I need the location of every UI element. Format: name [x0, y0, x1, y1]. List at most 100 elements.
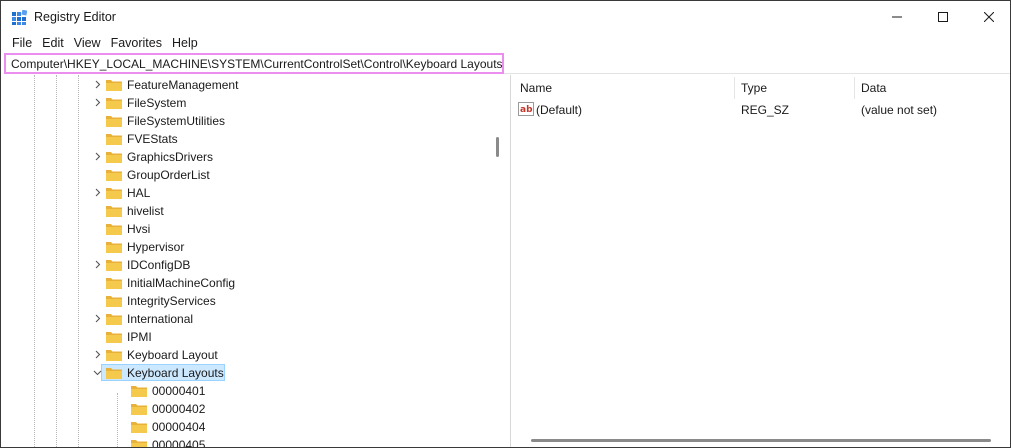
folder-icon [106, 278, 122, 289]
tree-item-label: hivelist [127, 204, 164, 218]
tree-item-label: GraphicsDrivers [127, 150, 214, 164]
tree-item-label: Keyboard Layout [127, 348, 218, 362]
folder-icon [106, 188, 122, 199]
tree-item-label: 00000404 [152, 420, 206, 434]
chevron-right-icon[interactable] [93, 188, 102, 197]
tree-item-label: International [127, 312, 194, 326]
close-button[interactable] [966, 1, 1010, 33]
tree-scrollbar-thumb[interactable] [496, 137, 499, 157]
column-header-name[interactable]: Name [520, 81, 552, 95]
tree-item-label: FVEStats [127, 132, 178, 146]
menu-help[interactable]: Help [167, 33, 203, 53]
chevron-right-icon[interactable] [93, 314, 102, 323]
tree-item-label: Hvsi [127, 222, 151, 236]
folder-icon [131, 422, 147, 433]
folder-icon [106, 152, 122, 163]
tree-item-label: IDConfigDB [127, 258, 191, 272]
chevron-down-icon[interactable] [93, 368, 102, 377]
tree-item[interactable]: Keyboard Layouts [4, 364, 489, 382]
tree-item-label: 00000401 [152, 384, 206, 398]
string-value-icon: ab [518, 102, 534, 116]
tree-item[interactable]: FVEStats [4, 130, 489, 148]
chevron-right-icon[interactable] [93, 350, 102, 359]
folder-icon [106, 296, 122, 307]
registry-editor-window: Registry Editor File Edit View Favorites… [0, 0, 1011, 448]
title-bar: Registry Editor [1, 1, 1010, 33]
value-name: (Default) [536, 103, 583, 117]
value-type: REG_SZ [741, 103, 790, 117]
folder-icon [106, 224, 122, 235]
tree-item[interactable]: 00000405 [4, 436, 489, 448]
menu-bar: File Edit View Favorites Help [1, 33, 1010, 53]
menu-favorites[interactable]: Favorites [106, 33, 167, 53]
folder-icon [106, 80, 122, 91]
address-bar[interactable]: Computer\HKEY_LOCAL_MACHINE\SYSTEM\Curre… [4, 53, 504, 74]
tree-item[interactable]: HAL [4, 184, 489, 202]
tree-item[interactable]: FeatureManagement [4, 76, 489, 94]
list-horizontal-scrollbar-thumb[interactable] [531, 439, 991, 442]
open-folder-icon [106, 368, 122, 379]
menu-view[interactable]: View [69, 33, 106, 53]
folder-icon [106, 314, 122, 325]
folder-icon [106, 134, 122, 145]
tree-item[interactable]: IntegrityServices [4, 292, 489, 310]
folder-icon [131, 386, 147, 397]
svg-text:ab: ab [520, 105, 533, 115]
tree-item[interactable]: FileSystem [4, 94, 489, 112]
chevron-right-icon[interactable] [93, 80, 102, 89]
tree-item-label: 00000405 [152, 438, 206, 448]
folder-icon [106, 350, 122, 361]
tree-item[interactable]: 00000404 [4, 418, 489, 436]
column-divider[interactable] [734, 77, 735, 99]
values-list-pane[interactable]: Name Type Data ab (Default) REG_SZ (valu… [512, 75, 1010, 447]
tree-item-label: GroupOrderList [127, 168, 210, 182]
address-path: Computer\HKEY_LOCAL_MACHINE\SYSTEM\Curre… [11, 56, 503, 71]
column-divider[interactable] [854, 77, 855, 99]
maximize-button[interactable] [920, 1, 966, 33]
tree-item[interactable]: hivelist [4, 202, 489, 220]
folder-icon [106, 260, 122, 271]
chevron-right-icon[interactable] [93, 260, 102, 269]
chevron-right-icon[interactable] [93, 152, 102, 161]
tree-scrollbar[interactable] [489, 75, 503, 447]
column-header-data[interactable]: Data [861, 81, 886, 95]
tree-item[interactable]: Keyboard Layout [4, 346, 489, 364]
tree-item[interactable]: GraphicsDrivers [4, 148, 489, 166]
value-data: (value not set) [861, 103, 938, 117]
tree-item[interactable]: InitialMachineConfig [4, 274, 489, 292]
tree-item[interactable]: GroupOrderList [4, 166, 489, 184]
tree-item[interactable]: International [4, 310, 489, 328]
column-header-type[interactable]: Type [741, 81, 767, 95]
tree-item-label: FileSystem [127, 96, 187, 110]
minimize-button[interactable] [874, 1, 920, 33]
pane-splitter[interactable] [510, 75, 511, 447]
tree-item-label: IPMI [127, 330, 152, 344]
tree-item[interactable]: Hvsi [4, 220, 489, 238]
tree-item-label: Keyboard Layouts [127, 366, 224, 380]
folder-icon [106, 170, 122, 181]
tree-item[interactable]: FileSystemUtilities [4, 112, 489, 130]
menu-file[interactable]: File [7, 33, 37, 53]
tree-item-label: FileSystemUtilities [127, 114, 226, 128]
folder-icon [106, 242, 122, 253]
chevron-right-icon[interactable] [93, 98, 102, 107]
tree-item[interactable]: 00000402 [4, 400, 489, 418]
tree-item-label: IntegrityServices [127, 294, 216, 308]
registry-app-icon [12, 10, 27, 25]
tree-item-label: Hypervisor [127, 240, 185, 254]
tree-item[interactable]: IPMI [4, 328, 489, 346]
key-tree-pane[interactable]: FeatureManagement FileSystem FileSystemUti… [4, 75, 489, 448]
tree-item[interactable]: 00000401 [4, 382, 489, 400]
address-bar-divider [504, 73, 1010, 74]
window-title: Registry Editor [34, 10, 116, 24]
tree-item[interactable]: IDConfigDB [4, 256, 489, 274]
tree-item[interactable]: Hypervisor [4, 238, 489, 256]
folder-icon [131, 404, 147, 415]
menu-edit[interactable]: Edit [37, 33, 69, 53]
tree-item-label: InitialMachineConfig [127, 276, 236, 290]
tree-item-label: HAL [127, 186, 151, 200]
folder-icon [106, 98, 122, 109]
maximize-icon [938, 12, 948, 22]
folder-icon [131, 440, 147, 447]
folder-icon [106, 332, 122, 343]
